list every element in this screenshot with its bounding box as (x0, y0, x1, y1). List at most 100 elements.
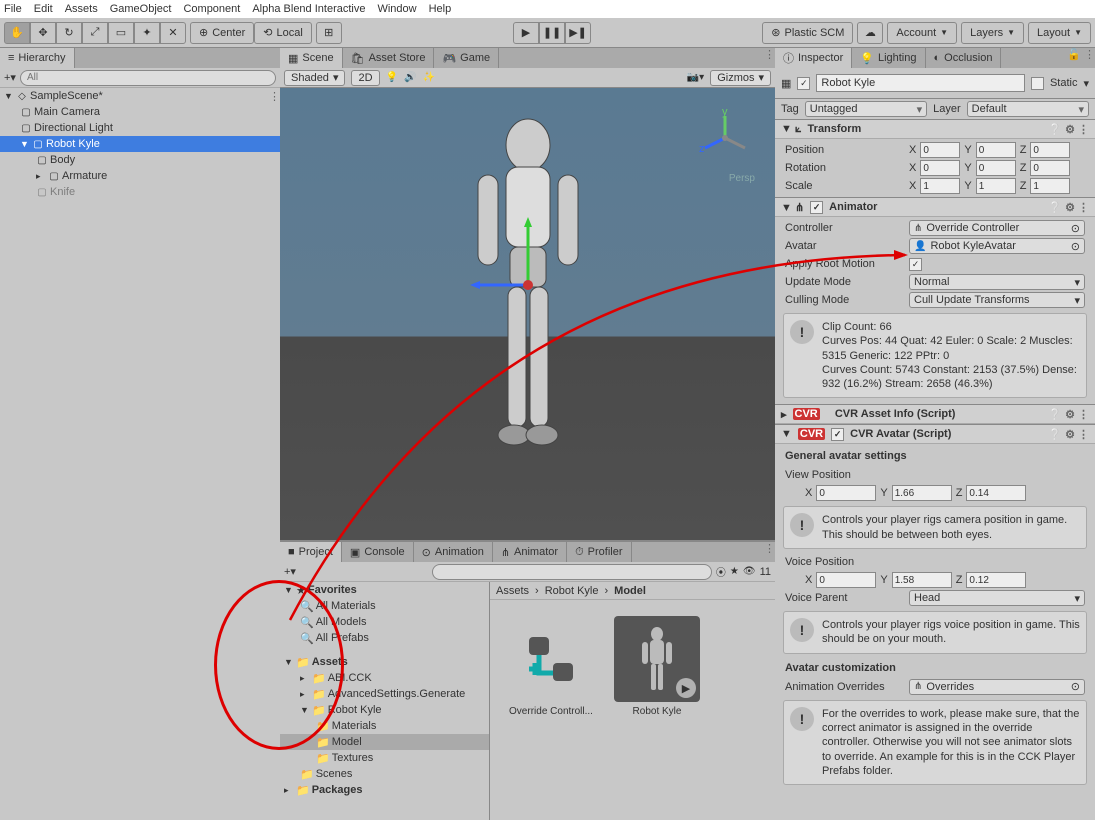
hierarchy-item[interactable]: ▢Directional Light (0, 120, 280, 136)
controller-field[interactable]: ⋔Override Controller⊙ (909, 220, 1085, 236)
pos-x[interactable] (920, 142, 960, 158)
rot-y[interactable] (976, 160, 1016, 176)
menu-component[interactable]: Component (183, 3, 240, 15)
asset-override-controller[interactable]: Override Controll... (506, 616, 596, 717)
static-checkbox[interactable] (1031, 77, 1044, 90)
folder-item[interactable]: ▸📁 ABI.CCK (280, 670, 489, 686)
view-z[interactable] (966, 485, 1026, 501)
scl-z[interactable] (1030, 178, 1070, 194)
menu-assets[interactable]: Assets (65, 3, 98, 15)
favorite-item[interactable]: 🔍 All Materials (280, 598, 489, 614)
voice-x[interactable] (816, 572, 876, 588)
hierarchy-item[interactable]: ▸▢Armature (0, 168, 280, 184)
menu-gameobject[interactable]: GameObject (110, 3, 172, 15)
console-tab[interactable]: ▣ Console (342, 542, 414, 562)
folder-item[interactable]: 📁 Textures (280, 750, 489, 766)
cvr-avatar-header[interactable]: ▼ CVR ✓ CVR Avatar (Script)❔ ⚙ ⋮ (775, 424, 1095, 444)
2d-toggle[interactable]: 2D (351, 70, 379, 86)
favorite-item[interactable]: 🔍 All Prefabs (280, 630, 489, 646)
inspector-lock-icon[interactable]: 🔓 ⋮ (1067, 48, 1095, 68)
create-dropdown[interactable]: +▾ (4, 71, 16, 84)
layout-dropdown[interactable]: Layout▼ (1028, 22, 1091, 44)
favorite-item[interactable]: 🔍 All Models (280, 614, 489, 630)
inspector-tab[interactable]: ⓘ Inspector (775, 48, 852, 68)
animator-component-header[interactable]: ▼ ⋔ ✓ Animator❔ ⚙ ⋮ (775, 197, 1095, 217)
folder-item[interactable]: 📁 Materials (280, 718, 489, 734)
plastic-scm-button[interactable]: ⊛Plastic SCM (762, 22, 853, 44)
animator-tab[interactable]: ⋔ Animator (493, 542, 567, 562)
scene-tab[interactable]: ▦ Scene (280, 48, 343, 68)
profiler-tab[interactable]: ⏱ Profiler (567, 542, 631, 562)
snap-button[interactable]: ⊞ (316, 22, 342, 44)
scale-tool-button[interactable]: ⤢ (82, 22, 108, 44)
hierarchy-item-selected[interactable]: ▼▢Robot Kyle (0, 136, 280, 152)
pos-y[interactable] (976, 142, 1016, 158)
folder-item-selected[interactable]: 📁 Model (280, 734, 489, 750)
game-tab[interactable]: 🎮 Game (434, 48, 499, 68)
pivot-center-button[interactable]: ⊕Center (190, 22, 254, 44)
hierarchy-item[interactable]: ▢Body (0, 152, 280, 168)
panel-menu-icon[interactable]: ⋮ (764, 542, 775, 562)
account-dropdown[interactable]: Account▼ (887, 22, 957, 44)
layer-dropdown[interactable]: Default▾ (967, 101, 1089, 117)
pause-button[interactable]: ❚❚ (539, 22, 565, 44)
pos-z[interactable] (1030, 142, 1070, 158)
menu-file[interactable]: File (4, 3, 22, 15)
project-search-input[interactable] (432, 564, 712, 580)
breadcrumb-item[interactable]: Assets (496, 585, 529, 597)
menu-window[interactable]: Window (377, 3, 416, 15)
project-tab[interactable]: ■ Project (280, 542, 342, 562)
move-tool-button[interactable]: ✥ (30, 22, 56, 44)
gizmos-dropdown[interactable]: Gizmos▾ (710, 70, 771, 86)
hierarchy-tab[interactable]: ≡ Hierarchy (0, 48, 75, 68)
breadcrumb-item[interactable]: Model (614, 585, 646, 597)
folder-item[interactable]: ▼📁 Robot Kyle (280, 702, 489, 718)
folder-item[interactable]: 📁 Scenes (280, 766, 489, 782)
view-y[interactable] (892, 485, 952, 501)
fx-toggle-icon[interactable]: ✨ (422, 72, 434, 83)
voice-parent-dropdown[interactable]: Head▾ (909, 590, 1085, 606)
packages-header[interactable]: ▸📁 Packages (280, 782, 489, 798)
scl-y[interactable] (976, 178, 1016, 194)
favorite-icon[interactable]: ★ (730, 566, 739, 577)
animation-tab[interactable]: ⊙ Animation (414, 542, 493, 562)
lighting-toggle-icon[interactable]: 💡 (386, 72, 398, 83)
project-create-dropdown[interactable]: +▾ (284, 565, 296, 578)
search-filter-icon[interactable]: ⦿ (716, 564, 726, 579)
rotate-tool-button[interactable]: ↻ (56, 22, 82, 44)
play-button[interactable]: ▶ (513, 22, 539, 44)
tab-menu-icon[interactable]: ⋮ (764, 48, 775, 68)
shading-mode-dropdown[interactable]: Shaded▾ (284, 70, 345, 86)
menu-abi[interactable]: Alpha Blend Interactive (252, 3, 365, 15)
active-checkbox[interactable]: ✓ (797, 77, 810, 90)
object-name-field[interactable] (816, 74, 1025, 92)
play-preview-icon[interactable]: ▶ (676, 678, 696, 698)
transform-component-header[interactable]: ▼ ⟀ Transform❔ ⚙ ⋮ (775, 119, 1095, 139)
cvr-asset-info-header[interactable]: ▸ CVR CVR Asset Info (Script)❔ ⚙ ⋮ (775, 404, 1095, 424)
menu-edit[interactable]: Edit (34, 3, 53, 15)
hand-tool-button[interactable]: ✋ (4, 22, 30, 44)
scene-viewport[interactable]: yz Persp (280, 88, 775, 540)
update-mode-dropdown[interactable]: Normal▾ (909, 274, 1085, 290)
view-x[interactable] (816, 485, 876, 501)
menu-help[interactable]: Help (429, 3, 452, 15)
asset-robot-kyle[interactable]: ▶ Robot Kyle (612, 616, 702, 717)
scl-x[interactable] (920, 178, 960, 194)
lighting-tab[interactable]: 💡 Lighting (852, 48, 925, 68)
cloud-button[interactable]: ☁ (857, 22, 883, 44)
step-button[interactable]: ▶❚ (565, 22, 591, 44)
audio-toggle-icon[interactable]: 🔊 (404, 72, 416, 83)
breadcrumb-item[interactable]: Robot Kyle (545, 585, 599, 597)
pivot-local-button[interactable]: ⟲Local (254, 22, 312, 44)
tag-dropdown[interactable]: Untagged▾ (805, 101, 927, 117)
camera-icon[interactable]: 📷▾ (687, 72, 704, 83)
hierarchy-item[interactable]: ▢Main Camera (0, 104, 280, 120)
avatar-field[interactable]: 👤Robot KyleAvatar⊙ (909, 238, 1085, 254)
rot-x[interactable] (920, 160, 960, 176)
perspective-label[interactable]: Persp (729, 173, 755, 184)
voice-y[interactable] (892, 572, 952, 588)
hierarchy-item[interactable]: ▢Knife (0, 184, 280, 200)
hierarchy-search-input[interactable] (20, 70, 276, 86)
asset-store-tab[interactable]: 🛍 Asset Store (343, 48, 435, 68)
layers-dropdown[interactable]: Layers▼ (961, 22, 1024, 44)
